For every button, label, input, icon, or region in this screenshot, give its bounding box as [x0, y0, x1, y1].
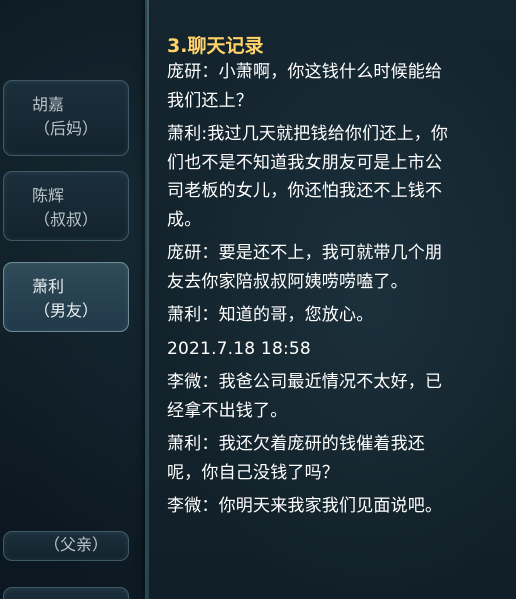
- game-screen: 胡嘉 （后妈） 陈辉 （叔叔） 萧利 （男友） （父亲） 3.聊天记录 庞研：小…: [0, 0, 516, 599]
- character-role: （父亲）: [44, 535, 109, 554]
- chat-message-line: 李微：我爸公司最近情况不太好，已: [167, 372, 443, 392]
- chat-message-line: 成。: [167, 209, 202, 230]
- chat-message-line: 友去你家陪叔叔阿姨唠唠嗑了。: [167, 271, 408, 292]
- panel-border: [147, 0, 149, 599]
- character-role: （叔叔）: [34, 210, 99, 229]
- chat-message-line: 们也不是不知道我女朋友可是上市公: [167, 152, 443, 173]
- character-tab-chenhui[interactable]: 陈辉 （叔叔）: [3, 171, 129, 241]
- chat-message-line: 庞研：小萧啊，你这钱什么时候能给: [167, 62, 443, 82]
- chat-message-line: 司老板的女儿，你还怕我还不上钱不: [167, 181, 443, 201]
- chat-message-line: 经拿不出钱了。: [167, 400, 288, 421]
- character-role: （男友）: [34, 301, 99, 320]
- chat-message-line: 我们还上？: [167, 90, 253, 111]
- chat-message-line: 呢，你自己没钱了吗？: [167, 462, 339, 483]
- character-tab-xiaoli[interactable]: 萧利 （男友）: [3, 262, 129, 332]
- chat-message-line: 萧利：我还欠着庞研的钱催着我还: [167, 434, 425, 454]
- chat-message-line: 李微：你明天来我家我们见面说吧。: [167, 496, 443, 516]
- character-name: 胡嘉: [32, 95, 65, 114]
- record-title: 3.聊天记录: [167, 35, 264, 57]
- chat-record-panel[interactable]: 3.聊天记录 庞研：小萧啊，你这钱什么时候能给 我们还上？ 萧利:我过几天就把钱给你…: [145, 0, 516, 599]
- message-gap: [167, 521, 497, 526]
- character-tab-father[interactable]: （父亲）: [3, 531, 129, 561]
- chat-message-line: 萧利:我过几天就把钱给你们还上，你: [167, 124, 449, 144]
- character-name: 萧利: [32, 277, 65, 296]
- character-tab-partial[interactable]: [3, 587, 129, 599]
- chat-message-line: 萧利：知道的哥，您放心。: [167, 305, 374, 325]
- chat-message-line: 2021.7.18 18:58: [167, 338, 311, 359]
- chat-message-line: 庞研：要是还不上，我可就带几个朋: [167, 243, 443, 263]
- character-role: （后妈）: [34, 119, 99, 138]
- message-list: 庞研：小萧啊，你这钱什么时候能给 我们还上？ 萧利:我过几天就把钱给你们还上，你 们也…: [167, 58, 497, 526]
- chat-record-content: 3.聊天记录 庞研：小萧啊，你这钱什么时候能给 我们还上？ 萧利:我过几天就把钱给你…: [167, 34, 497, 526]
- character-name: 陈辉: [32, 186, 65, 205]
- character-tab-hujia[interactable]: 胡嘉 （后妈）: [3, 80, 129, 156]
